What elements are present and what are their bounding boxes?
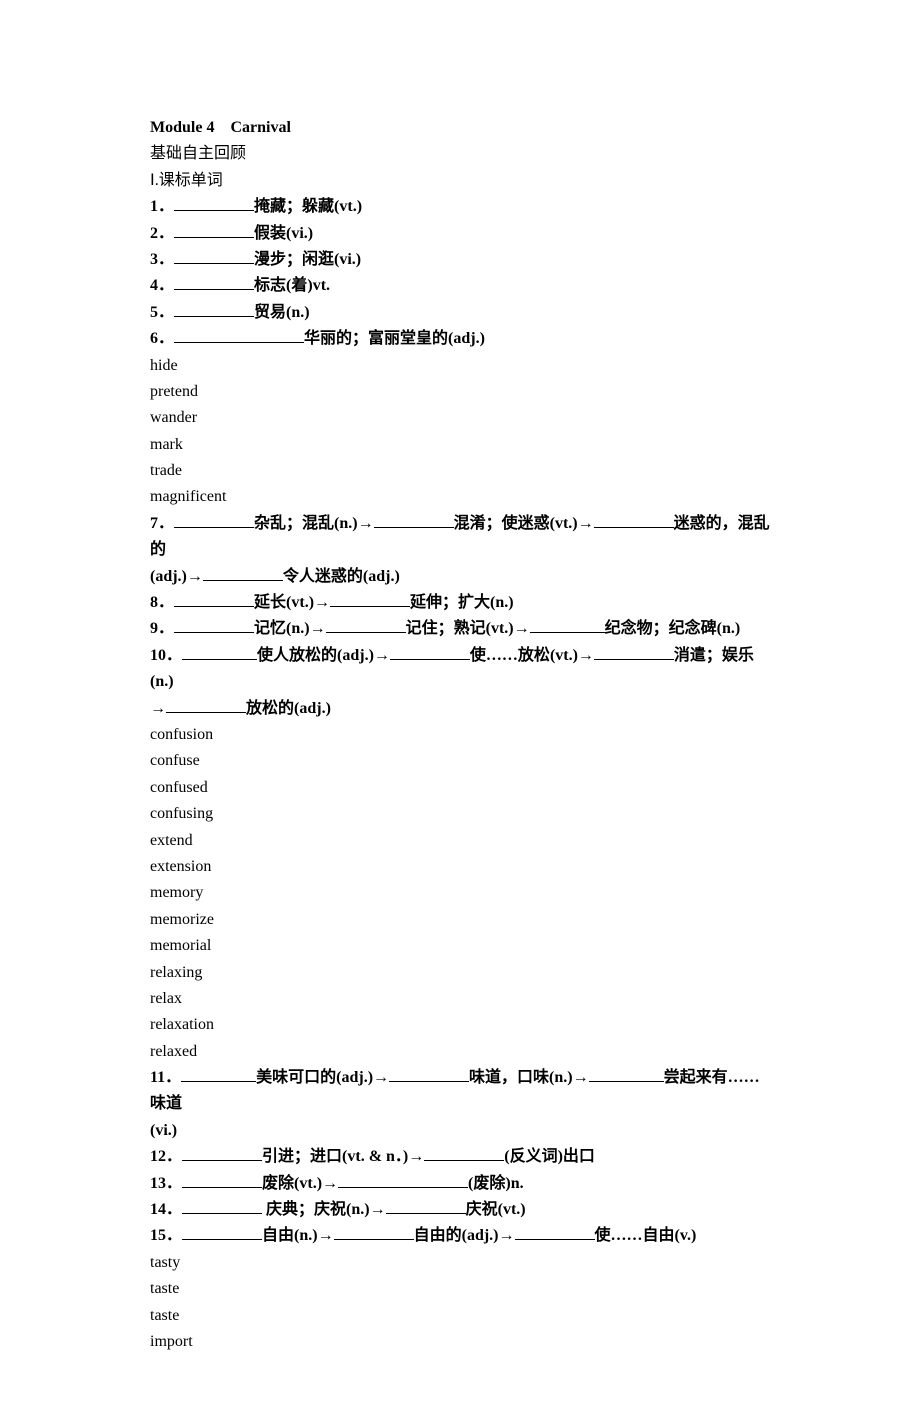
answer-import: import <box>150 1329 770 1355</box>
answer-relaxed: relaxed <box>150 1039 770 1065</box>
answer-mark: mark <box>150 432 770 458</box>
blank <box>182 1223 262 1240</box>
blank <box>174 590 254 607</box>
answer-memorial: memorial <box>150 933 770 959</box>
question-3: 3．漫步；闲逛(vi.) <box>150 247 770 273</box>
blank <box>594 511 674 528</box>
blank <box>330 590 410 607</box>
answer-memory: memory <box>150 880 770 906</box>
answer-taste-1: taste <box>150 1276 770 1302</box>
question-11: 11．美味可口的(adj.)→味道，口味(n.)→尝起来有……味道(vi.) <box>150 1065 770 1144</box>
blank <box>530 616 605 633</box>
blank <box>174 221 254 238</box>
section-review: 基础自主回顾 <box>150 141 770 167</box>
blank <box>389 1065 469 1082</box>
question-6: 6．华丽的；富丽堂皇的(adj.) <box>150 326 770 352</box>
answer-extend: extend <box>150 828 770 854</box>
blank <box>594 643 674 660</box>
question-10: 10．使人放松的(adj.)→使……放松(vt.)→消遣；娱乐(n.)→放松的(… <box>150 643 770 722</box>
answer-memorize: memorize <box>150 907 770 933</box>
blank <box>182 1197 262 1214</box>
blank <box>174 247 254 264</box>
blank <box>182 1144 262 1161</box>
blank <box>515 1223 595 1240</box>
blank <box>174 194 254 211</box>
blank <box>174 326 304 343</box>
answer-trade: trade <box>150 458 770 484</box>
answer-pretend: pretend <box>150 379 770 405</box>
blank <box>174 511 254 528</box>
answer-confused: confused <box>150 775 770 801</box>
blank <box>181 1065 256 1082</box>
question-2: 2．假装(vi.) <box>150 221 770 247</box>
question-5: 5．贸易(n.) <box>150 300 770 326</box>
answer-relax: relax <box>150 986 770 1012</box>
answer-relaxing: relaxing <box>150 960 770 986</box>
question-9: 9．记忆(n.)→记住；熟记(vt.)→纪念物；纪念碑(n.) <box>150 616 770 642</box>
blank <box>174 616 254 633</box>
blank <box>386 1197 466 1214</box>
blank <box>589 1065 664 1082</box>
blank <box>174 300 254 317</box>
blank <box>334 1223 414 1240</box>
question-12: 12．引进；进口(vt. & n．)→(反义词)出口 <box>150 1144 770 1170</box>
question-14: 14． 庆典；庆祝(n.)→庆祝(vt.) <box>150 1197 770 1223</box>
blank <box>166 696 246 713</box>
blank <box>203 564 283 581</box>
question-15: 15．自由(n.)→自由的(adj.)→使……自由(v.) <box>150 1223 770 1249</box>
blank <box>174 273 254 290</box>
question-4: 4．标志(着)vt. <box>150 273 770 299</box>
blank <box>374 511 454 528</box>
answer-confusion: confusion <box>150 722 770 748</box>
answer-confuse: confuse <box>150 748 770 774</box>
question-13: 13．废除(vt.)→(废除)n. <box>150 1171 770 1197</box>
answer-relaxation: relaxation <box>150 1012 770 1038</box>
question-8: 8．延长(vt.)→延伸；扩大(n.) <box>150 590 770 616</box>
answer-extension: extension <box>150 854 770 880</box>
answer-hide: hide <box>150 353 770 379</box>
answer-wander: wander <box>150 405 770 431</box>
blank <box>182 1171 262 1188</box>
blank <box>182 643 257 660</box>
section-vocab: Ⅰ.课标单词 <box>150 168 770 194</box>
answer-confusing: confusing <box>150 801 770 827</box>
question-1: 1．掩藏；躲藏(vt.) <box>150 194 770 220</box>
answer-taste-2: taste <box>150 1303 770 1329</box>
question-7: 7．杂乱；混乱(n.)→混淆；使迷惑(vt.)→迷惑的，混乱的(adj.)→令人… <box>150 511 770 590</box>
answer-tasty: tasty <box>150 1250 770 1276</box>
answer-magnificent: magnificent <box>150 484 770 510</box>
blank <box>390 643 470 660</box>
blank <box>338 1171 468 1188</box>
module-title: Module 4 Carnival <box>150 115 770 141</box>
blank <box>326 616 406 633</box>
blank <box>424 1144 504 1161</box>
